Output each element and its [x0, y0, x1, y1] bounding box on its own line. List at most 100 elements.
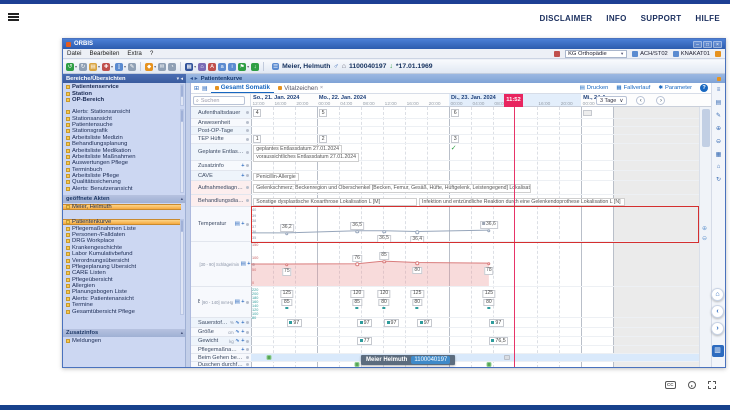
- order-icon[interactable]: ◆▾: [145, 63, 156, 71]
- collapse-icon[interactable]: ▴: [181, 196, 183, 202]
- tab-list-icon[interactable]: ▤: [202, 85, 208, 92]
- grid-icon[interactable]: ▦: [716, 151, 722, 158]
- help-button[interactable]: ?: [700, 84, 708, 92]
- value-box[interactable]: 1: [253, 135, 261, 143]
- scrollbar-thumb[interactable]: [702, 109, 710, 147]
- modules-icon[interactable]: ▦▾: [185, 63, 196, 71]
- row-label-herzfrequenz[interactable]: Herzfrequenz[30 - 90] Schläge/min▤+: [191, 242, 251, 287]
- search-input[interactable]: ⌕ Suchen: [193, 96, 245, 105]
- home-button[interactable]: ⌂: [711, 288, 724, 301]
- workstation-1[interactable]: ACH/ST02: [632, 51, 668, 57]
- value-box[interactable]: 97: [287, 319, 302, 327]
- list-icon[interactable]: ▤: [716, 99, 722, 106]
- plus-icon[interactable]: +: [241, 320, 244, 326]
- fullscreen-icon[interactable]: [708, 381, 716, 389]
- menu-extra[interactable]: Extra: [127, 50, 141, 57]
- workstation-2[interactable]: KNAKAT01: [673, 51, 710, 57]
- value-box[interactable]: 97: [489, 319, 504, 327]
- top-link-support[interactable]: SUPPORT: [641, 14, 682, 23]
- chart-point[interactable]: [355, 262, 359, 266]
- prev-day-button[interactable]: ‹: [636, 96, 645, 105]
- panel-collapse-icon[interactable]: ▾ ◂: [177, 76, 183, 82]
- value-box[interactable]: 97: [357, 319, 372, 327]
- add-tab-icon[interactable]: ⊞: [194, 85, 199, 92]
- text-box[interactable]: Infektion und entzündliche Reaktion durc…: [419, 198, 625, 207]
- plus-icon[interactable]: +: [241, 299, 244, 305]
- top-link-disclaimer[interactable]: DISCLAIMER: [540, 14, 593, 23]
- value-box[interactable]: 76,5: [489, 337, 508, 345]
- row-label-blutdruck[interactable]: Blutdruck[90 - 140] mmHg▤+: [191, 287, 251, 318]
- row-label-post-op-tage[interactable]: Post-OP-Tage: [191, 127, 251, 135]
- scrollbar[interactable]: [180, 109, 184, 193]
- patient-icon[interactable]: ✚▾: [102, 63, 113, 71]
- info-b-icon[interactable]: a: [218, 63, 226, 71]
- plus-icon[interactable]: +: [241, 329, 244, 335]
- tab-vitalzeichen[interactable]: Vitalzeichen×: [274, 83, 327, 93]
- menu-datei[interactable]: Datei: [67, 50, 81, 57]
- collapse-icon[interactable]: ▴: [181, 330, 183, 336]
- download-icon[interactable]: ↓: [251, 63, 259, 71]
- plus-icon[interactable]: +: [241, 173, 244, 179]
- panel-nav-icons[interactable]: ◂ ▸: [190, 75, 198, 82]
- flag-icon[interactable]: ⚑▾: [238, 63, 249, 71]
- value-box[interactable]: 2: [319, 135, 327, 143]
- row-label-pflegemassnahmen[interactable]: Pflegemaßnahmen Übersicht+: [191, 346, 251, 354]
- grid-icon[interactable]: ▤: [235, 299, 240, 305]
- row-label-anwesenheit[interactable]: Anwesenheit: [191, 119, 251, 127]
- maximize-button[interactable]: □: [703, 41, 712, 48]
- value-box[interactable]: [583, 110, 592, 116]
- zoom-in-icon[interactable]: ⊕: [702, 225, 707, 232]
- refresh-icon[interactable]: ↻: [716, 176, 721, 183]
- edit-icon[interactable]: ✎: [128, 63, 136, 71]
- info-a-icon[interactable]: A: [208, 63, 216, 71]
- zoom-out-icon[interactable]: ⊖: [716, 138, 721, 145]
- chart-point[interactable]: [382, 260, 386, 264]
- task-done-icon[interactable]: [486, 362, 491, 367]
- row-label-aufnahmediagnosen[interactable]: Aufnahmediagnosen: [191, 181, 251, 195]
- gear-button[interactable]: ✱Parameter: [658, 85, 692, 91]
- chart-point[interactable]: [487, 229, 491, 233]
- plus-icon[interactable]: +: [241, 163, 244, 169]
- home-icon[interactable]: ⌂: [198, 63, 206, 71]
- recorder-icon[interactable]: ▸: [688, 381, 696, 389]
- forward-icon[interactable]: ↻: [79, 63, 87, 71]
- sidebar-item-gesamtübersicht-pflege[interactable]: Gesamtübersicht Pflege: [63, 308, 181, 314]
- mail-icon[interactable]: ✉: [158, 63, 166, 71]
- bp-value[interactable]: 12085: [351, 290, 364, 309]
- task-done-icon[interactable]: [266, 355, 271, 360]
- wave-icon[interactable]: ∿: [235, 338, 240, 344]
- zoom-out-icon[interactable]: ⊖: [702, 235, 707, 242]
- prev-button[interactable]: ‹: [711, 305, 724, 318]
- grid-icon[interactable]: ▤: [241, 261, 246, 267]
- next-day-button[interactable]: ›: [656, 96, 665, 105]
- bp-value[interactable]: 12580: [482, 290, 495, 309]
- menu-icon[interactable]: ≡: [717, 87, 721, 93]
- session-icon[interactable]: [715, 51, 721, 57]
- text-box[interactable]: Gelenkschmerz; Beckenregion und Obersche…: [253, 184, 531, 193]
- wave-icon[interactable]: ∿: [235, 320, 240, 326]
- value-box[interactable]: 6: [451, 109, 459, 117]
- next-button[interactable]: ›: [711, 322, 724, 335]
- tab-gesamt-somatik[interactable]: Gesamt Somatik: [211, 83, 274, 93]
- chart-point[interactable]: [487, 262, 491, 266]
- value-box[interactable]: 97: [384, 319, 399, 327]
- top-link-hilfe[interactable]: HILFE: [695, 14, 720, 23]
- vertical-scrollbar[interactable]: ⊕ ⊖: [699, 107, 711, 367]
- history-icon[interactable]: ◔: [168, 63, 176, 71]
- folder-icon[interactable]: ▤▾: [89, 63, 100, 71]
- bp-value[interactable]: 12585: [280, 290, 293, 309]
- unit-select[interactable]: KG Orthopädie ▼: [565, 50, 627, 58]
- text-box[interactable]: voraussichtliches Entlassdatum 27.01.202…: [253, 153, 359, 162]
- new-doc-icon[interactable]: ▯▾: [115, 63, 126, 71]
- chart-point[interactable]: [415, 230, 419, 234]
- row-label-geplante-entlassung[interactable]: Geplante Entlassung: [191, 144, 251, 161]
- caseflow-button[interactable]: ▦Fallverlauf: [616, 85, 650, 91]
- value-box[interactable]: 5: [319, 109, 327, 117]
- close-button[interactable]: ×: [713, 41, 722, 48]
- row-label-gewicht[interactable]: Gewichtkg∿+: [191, 337, 251, 346]
- sidebar-item-op-bereich[interactable]: OP-Bereich: [63, 97, 181, 103]
- zoom-in-icon[interactable]: ⊕: [716, 125, 721, 132]
- row-label-groesse[interactable]: Größecm∿+: [191, 328, 251, 337]
- value-box[interactable]: 3: [451, 135, 459, 143]
- text-box[interactable]: Sonstige dysplastische Koxarthrose Lokal…: [253, 198, 417, 207]
